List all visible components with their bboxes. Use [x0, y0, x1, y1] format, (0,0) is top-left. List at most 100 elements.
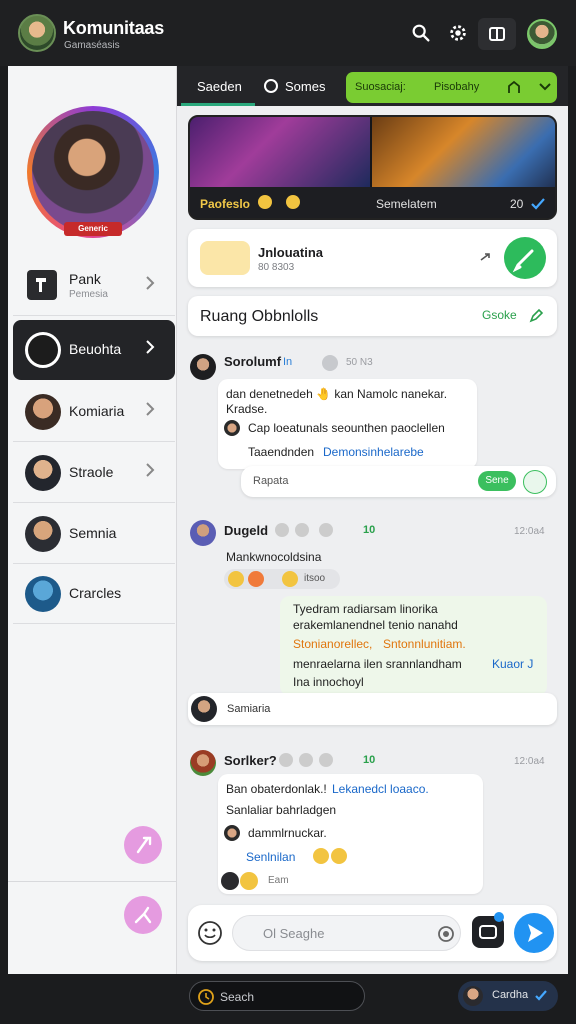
bottom-search[interactable]: Seach [189, 981, 365, 1011]
message-input[interactable]: Ol Seaghe [232, 915, 461, 951]
fab-button-secondary[interactable] [124, 896, 162, 934]
status-icon [279, 753, 293, 767]
message-count: 10 [363, 754, 376, 766]
bottom-profile-label: Cardha [492, 989, 529, 1001]
message-count: 10 [363, 524, 376, 536]
message-link[interactable]: Demonsinhelarebe [323, 445, 424, 459]
green-action-bar[interactable]: Suosaciaj: Pisobahy [346, 72, 557, 103]
send-icon [528, 924, 543, 942]
circle-icon [264, 79, 278, 93]
reaction-label: itsoo [304, 573, 326, 584]
sidebar-item-straole[interactable]: Straole [13, 443, 175, 503]
sticker-button[interactable] [472, 912, 504, 948]
join-thumbnail [200, 241, 250, 275]
avatar [221, 872, 239, 890]
message-link[interactable]: Lekanedcl loaaco. [332, 782, 429, 796]
message-bubble: Ban obaterdonlak.! Lekanedcl loaaco. San… [218, 774, 483, 894]
sidebar-item-semnia[interactable]: Semnia [13, 504, 175, 564]
message-text: erakemlanendnel tenio nanahd [293, 618, 458, 632]
reply-bubble: Tyedram radiarsam linorika erakemlanendn… [280, 596, 547, 696]
banner-image-left [190, 117, 370, 187]
join-card[interactable]: Jnlouatina 80 8303 [188, 229, 557, 287]
tool-icon [134, 906, 152, 924]
sidebar-item-crarcles[interactable]: Crarcles [13, 564, 175, 624]
chevron-right-icon [146, 463, 155, 477]
emoji-icon [282, 571, 298, 587]
message-author: Dugeld [224, 523, 269, 538]
emoji-icon [248, 571, 264, 587]
notification-dot [494, 912, 504, 922]
chevron-right-icon [146, 402, 155, 416]
top-bar: Komunitaas Gamaséasis [0, 0, 576, 66]
message-text: Kradse. [226, 402, 268, 416]
reply-side-label[interactable]: Kuaor J [492, 657, 533, 671]
banner-count: 20 [510, 197, 524, 211]
layout-icon [489, 27, 505, 41]
search-icon[interactable] [410, 22, 432, 44]
banner-caption: Paofeslo Semelatem 20 [190, 187, 555, 218]
home-icon[interactable] [506, 79, 522, 95]
avatar [25, 332, 61, 368]
main-tab-bar: Saeden Somes Suosaciaj: Pisobahy [177, 66, 568, 106]
avatar[interactable] [190, 750, 216, 776]
avatar [25, 455, 61, 491]
tab-saeden[interactable]: Saeden [197, 79, 242, 94]
message-text: menraelarna ilen srannlandham [293, 657, 462, 671]
join-button[interactable] [504, 237, 546, 279]
room-title: Ruang Obbnlolls [200, 308, 319, 325]
profile-avatar[interactable] [27, 106, 159, 238]
message-footer: Eam [268, 875, 289, 886]
check-icon [535, 990, 547, 1001]
avatar [224, 825, 240, 841]
tool-icon [136, 836, 152, 854]
settings-icon[interactable] [447, 22, 469, 44]
app-subtitle: Gamaséasis [64, 40, 120, 51]
tab-active-indicator [181, 103, 255, 106]
message-text: dammlrnuckar. [248, 826, 327, 840]
message-link[interactable]: Senlnilan [246, 850, 295, 864]
sidebar-item-label: Komiaria [69, 403, 125, 419]
featured-banner[interactable]: Paofeslo Semelatem 20 [188, 115, 557, 220]
message-input-placeholder: Ol Seaghe [263, 926, 325, 941]
send-reply-button[interactable]: Sene [478, 471, 516, 491]
message-text: Sanlaliar bahrladgen [226, 803, 337, 817]
thread-footer-label: Samiaria [227, 703, 271, 715]
status-icon [299, 753, 313, 767]
record-icon[interactable] [437, 925, 455, 943]
brush-icon [512, 249, 534, 273]
edit-icon[interactable] [528, 308, 544, 324]
sidebar-item-label: Semnia [69, 525, 117, 541]
emoji-icon[interactable] [197, 920, 223, 946]
emoji-button[interactable] [523, 470, 547, 494]
send-button[interactable] [514, 913, 554, 953]
sidebar-item-pank[interactable]: Pank Pemesia [13, 256, 175, 316]
thread-footer[interactable]: Samiaria [188, 693, 557, 725]
reply-row: Rapata Sene [241, 466, 556, 497]
room-link[interactable]: Gsoke [482, 308, 517, 322]
message-author: Sorolumf [224, 354, 282, 369]
sidebar-item-label: Pank [69, 271, 101, 287]
message-text: Tyedram radiarsam linorika [293, 602, 438, 616]
avatar [25, 516, 61, 552]
bottom-profile-pill[interactable]: Cardha [458, 981, 558, 1011]
message-composer: Ol Seaghe [188, 905, 557, 961]
main-panel: Saeden Somes Suosaciaj: Pisobahy Paofesl… [177, 66, 568, 974]
user-avatar[interactable] [527, 19, 557, 49]
reply-input[interactable]: Rapata [253, 475, 288, 487]
join-subtitle: 80 8303 [258, 262, 295, 273]
fab-button[interactable] [124, 826, 162, 864]
sidebar-item-beuohta[interactable]: Beuohta [13, 320, 175, 380]
avatar [25, 394, 61, 430]
chevron-down-icon[interactable] [538, 81, 552, 93]
message-highlight: Sntonnlunitiam. [383, 637, 466, 651]
profile-tag: Generic [64, 222, 122, 236]
link-icon[interactable] [478, 250, 492, 264]
tab-somes[interactable]: Somes [285, 79, 325, 94]
bottom-search-label: Seach [220, 990, 255, 1004]
status-icon [295, 523, 309, 537]
reactions-row[interactable]: itsoo [224, 569, 340, 589]
sidebar-item-komiaria[interactable]: Komiaria [13, 382, 175, 442]
avatar[interactable] [190, 354, 216, 380]
layout-button[interactable] [478, 18, 516, 50]
avatar[interactable] [190, 520, 216, 546]
